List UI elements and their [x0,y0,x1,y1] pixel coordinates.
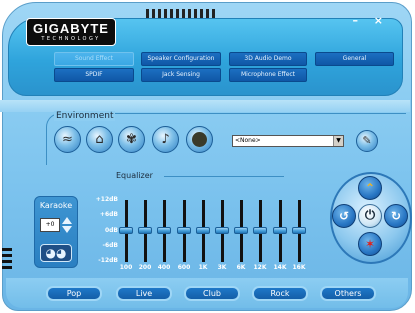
eq-slider-knob[interactable] [157,227,171,234]
eq-slider-knob[interactable] [292,227,306,234]
karaoke-up-arrow-icon[interactable] [62,217,72,224]
preset-club-button[interactable]: Club [184,286,240,301]
eq-band-label: 1K [198,264,208,271]
equalizer-divider [164,176,284,177]
rotate-right-icon[interactable]: ↻ [384,204,408,228]
eq-band-label: 14K [273,264,287,271]
edit-icon[interactable]: ✎ [356,130,378,152]
eq-band-label: 6K [236,264,246,271]
preset-others-button[interactable]: Others [320,286,376,301]
equalizer-title: Equalizer [116,171,153,180]
environment-selected-value: <None> [235,137,261,144]
theater-icon[interactable]: ♪ [152,126,179,153]
eq-slider-knob[interactable] [196,227,210,234]
sewer-icon[interactable]: ⌂ [86,126,113,153]
stadium-icon[interactable] [186,126,213,153]
eq-band-label: 12K [253,264,267,271]
eq-slider-knob[interactable] [253,227,267,234]
eq-slider-knob[interactable] [138,227,152,234]
db-label: -12dB [98,257,118,264]
eq-band-label: 16K [292,264,306,271]
karaoke-title: Karaoke [39,201,73,210]
db-label: +6dB [99,211,118,218]
eq-band-label: 600 [177,264,191,271]
tab-3d-audio-demo[interactable]: 3D Audio Demo [229,52,307,66]
preset-rock-button[interactable]: Rock [252,286,308,301]
brand-name: GIGABYTE [33,21,109,36]
brand-subtitle: TECHNOLOGY [41,36,101,42]
preset-pop-button[interactable]: Pop [46,286,102,301]
eq-band-label: 200 [138,264,152,271]
tab-spdif[interactable]: SPDIF [54,68,134,82]
bathroom-icon[interactable]: ✾ [118,126,145,153]
arrow-up-icon[interactable]: ⌃ [358,176,382,200]
karaoke-key-input[interactable]: +0 [40,218,60,232]
eq-slider-knob[interactable] [273,227,287,234]
eq-band-label: 100 [119,264,133,271]
tab-sound-effect[interactable]: Sound Effect [54,52,134,66]
environment-title: Environment [54,111,116,121]
eq-band-label: 3K [217,264,227,271]
karaoke-down-arrow-icon[interactable] [62,226,72,233]
eq-band-label: 400 [157,264,171,271]
db-label: -6dB [102,242,118,249]
tab-speaker-configuration[interactable]: Speaker Configuration [141,52,221,66]
brand-logo: GIGABYTE TECHNOLOGY [26,18,116,46]
side-grip[interactable] [2,248,12,270]
tab-microphone-effect[interactable]: Microphone Effect [229,68,307,82]
eq-slider-knob[interactable] [119,227,133,234]
environment-select[interactable]: <None> ▼ [232,135,344,147]
tab-general[interactable]: General [315,52,394,66]
drag-grip[interactable] [146,9,216,18]
preset-live-button[interactable]: Live [116,286,172,301]
stone-room-icon[interactable]: ≈ [54,126,81,153]
eq-slider-knob[interactable] [215,227,229,234]
db-label: +12dB [95,196,118,203]
voice-cancel-icon[interactable]: ◕◕ [40,244,72,262]
window-controls[interactable]: – × [352,14,389,27]
power-icon[interactable]: ⏻ [358,204,382,228]
rotate-left-icon[interactable]: ↺ [332,204,356,228]
eq-slider-knob[interactable] [177,227,191,234]
star-icon[interactable]: ✶ [358,232,382,256]
eq-slider-knob[interactable] [234,227,248,234]
db-label: 0dB [104,227,118,234]
tab-jack-sensing[interactable]: Jack Sensing [141,68,221,82]
chevron-down-icon[interactable]: ▼ [333,136,343,146]
